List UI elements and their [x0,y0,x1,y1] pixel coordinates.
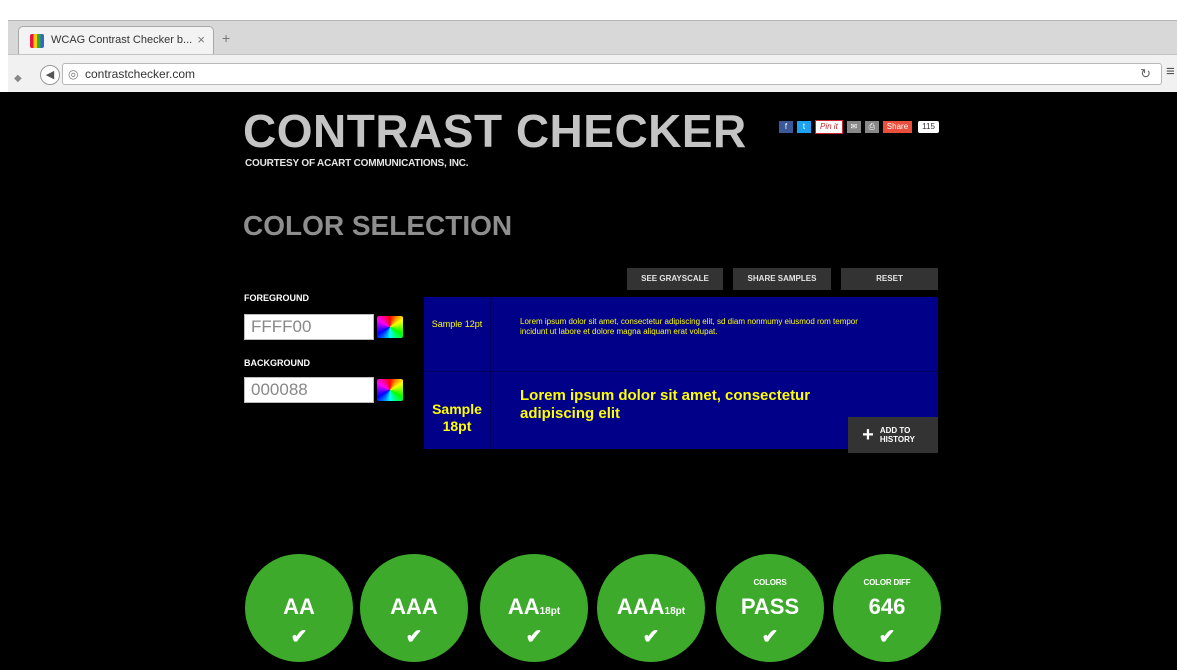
colors-result-badge: COLORS PASS ✔ [716,554,824,662]
aaa-18pt-level: AAA [616,594,665,619]
print-icon[interactable]: ⎙ [864,121,879,133]
share-button[interactable]: Share [882,121,913,133]
share-samples-button[interactable]: SHARE SAMPLES [733,268,831,290]
background-input[interactable] [244,377,374,403]
check-icon: ✔ [525,626,543,648]
url-text: contrastchecker.com [85,67,196,81]
sample-18pt-label: Sample 18pt [432,401,482,434]
reset-button[interactable]: RESET [841,268,938,290]
aaa-result-badge: AAA ✔ [360,554,468,662]
sample-preview: Sample 12pt Lorem ipsum dolor sit amet, … [424,297,938,453]
aaa-18pt-result-badge: AAA18pt ✔ [597,554,705,662]
site-favicon-icon [30,34,44,48]
back-button[interactable]: ◀ [40,65,60,85]
section-title: COLOR SELECTION [243,210,513,241]
facebook-icon[interactable]: f [779,121,793,133]
aa-18pt-level: AA [507,594,540,619]
aaa-18pt-label: AAA18pt [597,594,705,620]
courtesy-line: COURTESY OF ACART COMMUNICATIONS, INC. [245,158,469,169]
browser-tab[interactable]: WCAG Contrast Checker b... × [18,26,214,54]
sample-18pt-text: Lorem ipsum dolor sit amet, consectetur … [520,387,811,422]
browser-chrome: WCAG Contrast Checker b... × + ◆ ◀ ◎ con… [0,0,1177,93]
check-icon: ✔ [290,626,308,648]
foreground-input[interactable] [244,314,374,340]
sample-12pt-label: Sample 12pt [431,319,483,329]
aa-result-badge: AA ✔ [245,554,353,662]
colors-caption: COLORS [753,578,787,587]
plus-icon: + [862,423,874,446]
menu-icon[interactable]: ≡ [1166,63,1175,80]
aa-label: AA [283,594,315,619]
check-icon: ✔ [642,626,660,648]
aa-18pt-label: AA18pt [480,594,588,620]
check-icon: ✔ [878,626,896,648]
page-content: CONTRAST CHECKER COURTESY OF ACART COMMU… [0,92,1177,670]
foreground-color-picker-icon[interactable] [377,316,403,338]
aaa-18pt-size: 18pt [664,606,686,617]
share-count: 115 [918,121,939,133]
reload-icon[interactable]: ↻ [1140,66,1151,82]
check-icon: ✔ [761,626,779,648]
navigation-indicator-icon: ◆ [14,73,22,84]
colors-value: PASS [740,594,800,619]
aa-18pt-result-badge: AA18pt ✔ [480,554,588,662]
background-label: BACKGROUND [244,358,310,368]
tab-title: WCAG Contrast Checker b... [51,34,193,46]
check-icon: ✔ [405,626,423,648]
new-tab-button[interactable]: + [222,30,230,46]
color-diff-result-badge: COLOR DIFF 646 ✔ [833,554,941,662]
sample-row-divider [424,371,938,372]
sample-12pt-text: Lorem ipsum dolor sit amet, consectetur … [520,317,858,336]
pinterest-button[interactable]: Pin it [815,120,843,134]
page-info-icon[interactable]: ◎ [68,67,78,81]
browser-toolbar: ◆ ◀ ◎ contrastchecker.com ↻ ≡ [8,54,1177,93]
sample-column-divider [490,297,491,449]
results-row: AA ✔ AAA ✔ AA18pt ✔ AAA18pt ✔ COLORS PAS… [0,554,1177,670]
add-to-history-button[interactable]: + ADD TO HISTORY [848,417,938,453]
background-color-picker-icon[interactable] [377,379,403,401]
color-diff-caption: COLOR DIFF [863,578,911,587]
address-bar[interactable]: ◎ contrastchecker.com ↻ [62,63,1162,85]
aa-18pt-size: 18pt [539,606,561,617]
twitter-icon[interactable]: t [797,121,811,133]
aaa-label: AAA [390,594,438,619]
page-title: CONTRAST CHECKER [243,105,747,157]
social-share-bar: f t Pin it ✉ ⎙ Share 115 [779,120,939,134]
add-to-history-label: ADD TO HISTORY [879,426,915,444]
see-grayscale-button[interactable]: SEE GRAYSCALE [627,268,723,290]
email-icon[interactable]: ✉ [846,121,861,133]
color-diff-value: 646 [868,594,906,619]
foreground-label: FOREGROUND [244,293,309,303]
close-tab-icon[interactable]: × [197,32,205,47]
